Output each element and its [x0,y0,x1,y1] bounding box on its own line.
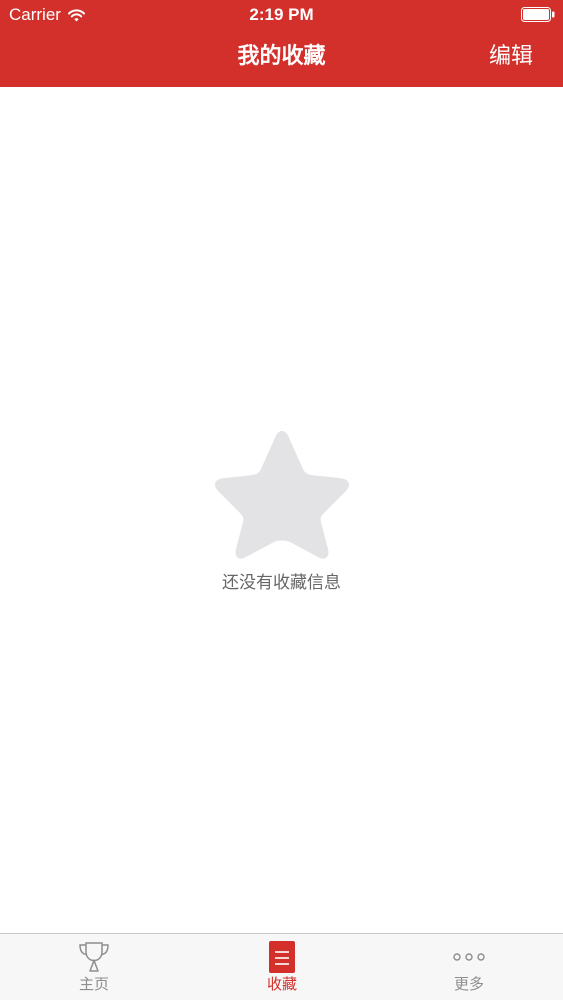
tab-home[interactable]: 主页 [0,934,188,1000]
tab-home-label: 主页 [78,975,109,993]
page-title: 我的收藏 [237,44,326,69]
more-dots-icon [452,941,486,973]
tab-bar: 主页 收藏 更多 [0,933,563,1000]
status-bar: Carrier 2:19 PM [0,0,563,30]
edit-button[interactable]: 编辑 [489,42,533,72]
tab-more-label: 更多 [453,975,484,993]
empty-state: 还没有收藏信息 [0,425,563,594]
empty-message: 还没有收藏信息 [222,573,341,593]
list-icon [269,941,295,973]
nav-bar: 我的收藏 编辑 [0,30,563,87]
favorites-screen: Carrier 2:19 PM 我的收藏 编辑 还没有收藏信息 主页 收藏 更多 [0,0,563,1000]
tab-favorites[interactable]: 收藏 [188,934,376,1000]
status-time: 2:19 PM [249,5,314,24]
tab-favorites-label: 收藏 [266,975,297,993]
tab-more[interactable]: 更多 [375,934,563,1000]
header: Carrier 2:19 PM 我的收藏 编辑 [0,0,563,87]
star-icon [214,431,349,559]
trophy-icon [77,941,111,973]
battery-icon [521,7,555,22]
